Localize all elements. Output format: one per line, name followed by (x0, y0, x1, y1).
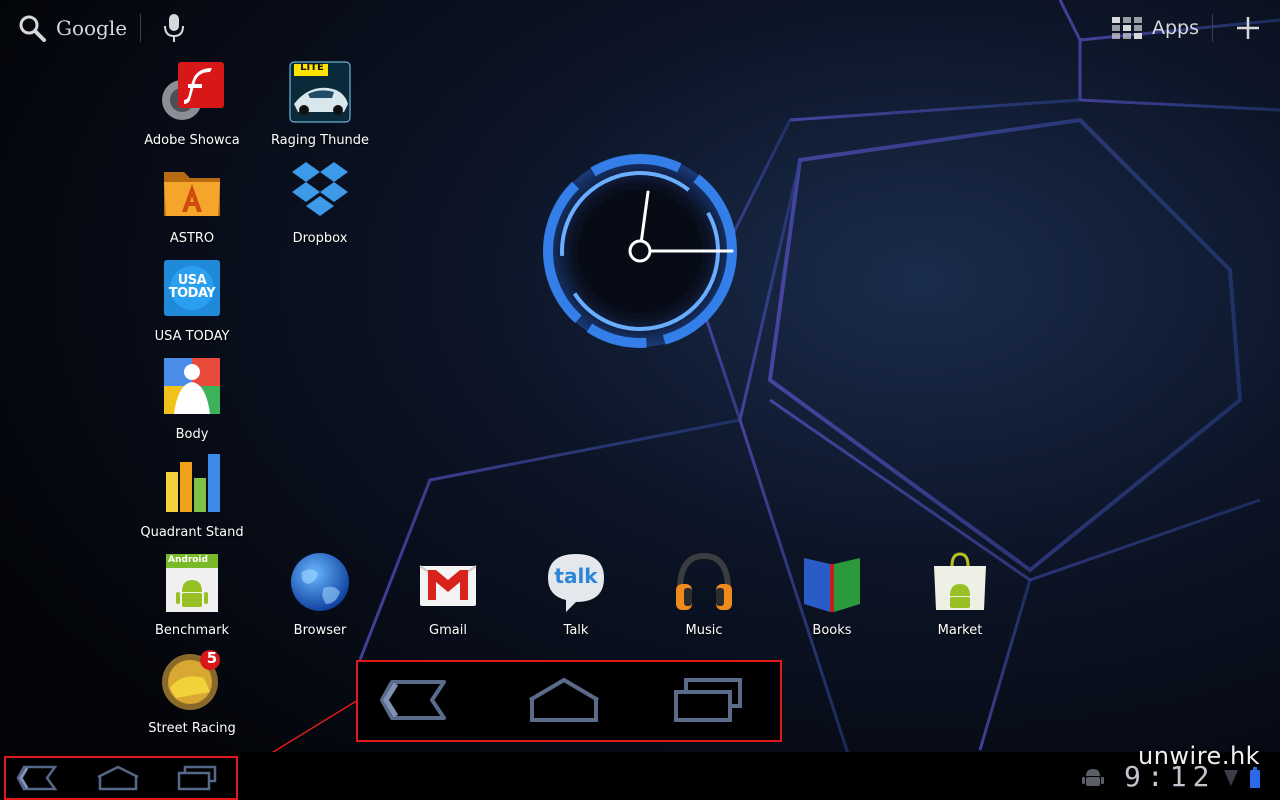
app-label: Talk (563, 623, 589, 638)
app-dropbox[interactable]: Dropbox (256, 158, 384, 254)
app-usa-today[interactable]: USA TODAY USA TODAY (128, 256, 256, 352)
app-label: Body (175, 427, 209, 442)
app-books[interactable]: Books (768, 550, 896, 646)
app-label: Books (812, 623, 852, 638)
home-icon (528, 677, 600, 722)
app-label: Dropbox (292, 231, 348, 246)
app-label: Market (937, 623, 983, 638)
usa-today-logo-text: USA TODAY (168, 273, 216, 301)
headphones-icon (676, 552, 732, 610)
apps-divider (1212, 14, 1213, 42)
search-divider (140, 14, 141, 42)
top-bar: Google Apps (0, 0, 1280, 56)
recent-apps-icon (674, 678, 742, 722)
app-label: USA TODAY (154, 329, 230, 344)
search-label: Google (56, 16, 128, 40)
android-notification-icon[interactable] (1082, 766, 1104, 788)
zoomed-nav-highlight (356, 660, 782, 742)
street-racing-badge: 5 (206, 649, 218, 667)
app-market[interactable]: Market (896, 550, 1024, 646)
app-astro[interactable]: ASTRO (128, 158, 256, 254)
book-icon (804, 558, 860, 612)
watermark: unwire.hk (1138, 742, 1261, 770)
app-raging-thunder[interactable]: LITE Raging Thunde (256, 60, 384, 156)
body-icon (164, 358, 220, 414)
app-label: Quadrant Stand (140, 525, 244, 540)
app-talk[interactable]: talk Talk (512, 550, 640, 646)
astro-folder-icon (164, 172, 220, 216)
globe-icon (291, 553, 349, 611)
market-bag-icon (934, 552, 986, 610)
flash-icon (162, 62, 224, 120)
app-label: Benchmark (154, 623, 230, 638)
app-music[interactable]: Music (640, 550, 768, 646)
app-benchmark[interactable]: Android Benchmark (128, 550, 256, 646)
app-label: Street Racing (148, 721, 236, 736)
voice-search-icon[interactable] (162, 12, 186, 44)
recent-apps-button[interactable] (176, 764, 218, 792)
app-quadrant-standard[interactable]: Quadrant Stand (128, 452, 256, 548)
talk-icon-text: talk (554, 564, 598, 588)
apps-label: Apps (1152, 17, 1200, 39)
back-icon (380, 680, 446, 720)
app-label: Raging Thunde (270, 133, 370, 148)
lite-badge: LITE (300, 62, 324, 73)
app-adobe-showcase[interactable]: Adobe Showca (128, 60, 256, 156)
app-label: Music (685, 623, 723, 638)
add-widget-icon[interactable] (1234, 14, 1262, 42)
home-button[interactable] (96, 764, 140, 792)
benchmark-badge: Android (168, 555, 208, 565)
search-icon (19, 15, 46, 42)
app-body[interactable]: Body (128, 354, 256, 450)
app-browser[interactable]: Browser (256, 550, 384, 646)
gmail-icon (419, 565, 477, 606)
app-street-racing[interactable]: 5 Street Racing (128, 648, 256, 744)
app-label: Adobe Showca (144, 133, 240, 148)
apps-grid-icon (1112, 17, 1142, 39)
app-gmail[interactable]: Gmail (384, 550, 512, 646)
app-label: Gmail (429, 623, 467, 638)
app-label: ASTRO (169, 231, 215, 246)
back-button[interactable] (16, 764, 58, 792)
app-label: Browser (293, 623, 347, 638)
dropbox-icon (292, 162, 348, 216)
bar-chart-icon (166, 454, 220, 512)
analog-clock-widget[interactable] (540, 154, 740, 354)
apps-button[interactable]: Apps (1112, 14, 1199, 42)
google-search-button[interactable]: Google (18, 12, 127, 44)
